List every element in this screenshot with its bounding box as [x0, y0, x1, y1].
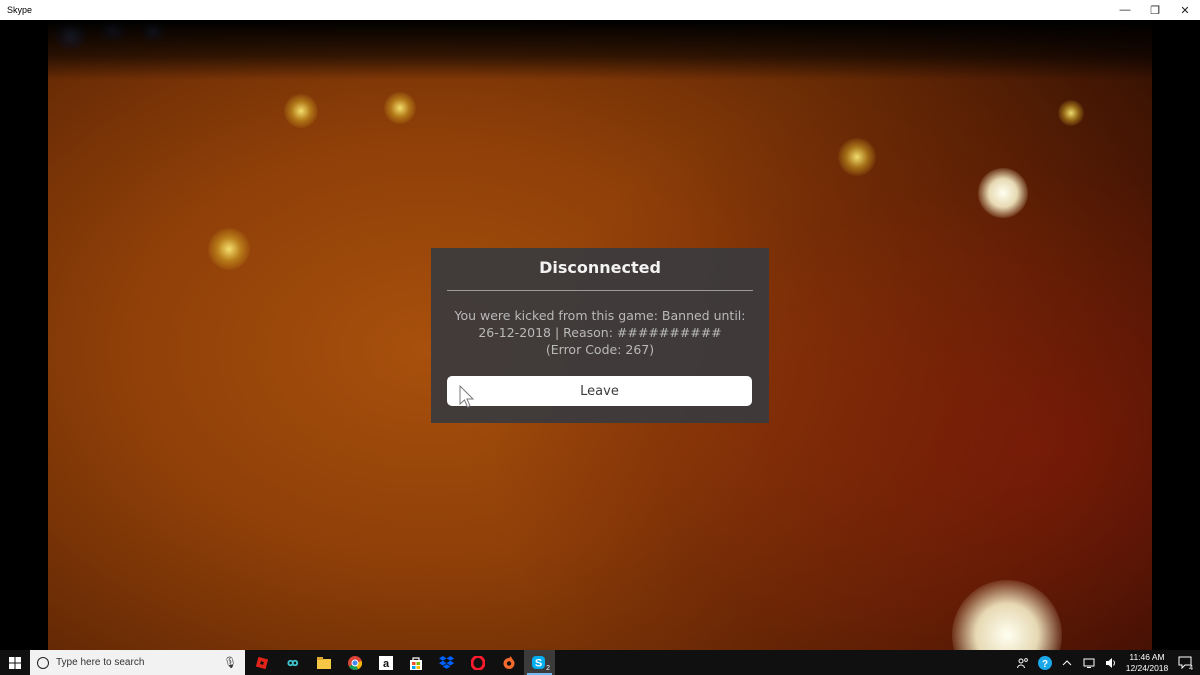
- close-button[interactable]: ✕: [1170, 0, 1200, 20]
- chrome-icon: [347, 655, 362, 670]
- infinity-icon: [287, 659, 299, 666]
- message-line: 26-12-2018 | Reason: ##########: [478, 325, 722, 340]
- taskbar-search-box[interactable]: Type here to search 🎙: [30, 650, 245, 675]
- windows-icon: [9, 656, 21, 669]
- dialog-divider: [447, 290, 753, 291]
- dropbox-icon: [439, 655, 455, 669]
- light-orb: [952, 580, 1062, 650]
- light-orb: [208, 228, 250, 270]
- store-icon: [410, 656, 423, 670]
- dialog-title: Disconnected: [539, 258, 661, 277]
- network-icon[interactable]: [1078, 657, 1100, 669]
- window-title: Skype: [7, 5, 33, 15]
- window-titlebar: Skype — ❐ ✕: [0, 0, 1200, 20]
- roblox-icon: [256, 656, 269, 669]
- light-orb: [838, 138, 876, 176]
- svg-text:a: a: [383, 658, 390, 670]
- taskbar: Type here to search 🎙 a S 2 ? 11:46 AM 1…: [0, 650, 1200, 675]
- taskbar-app-skype[interactable]: S 2: [524, 650, 555, 675]
- action-center-button[interactable]: 4: [1172, 656, 1200, 672]
- svg-text:?: ?: [1042, 659, 1048, 670]
- microphone-icon[interactable]: 🎙: [223, 656, 237, 669]
- restore-button[interactable]: ❐: [1140, 0, 1170, 20]
- svg-text:S: S: [534, 657, 541, 669]
- light-orb: [54, 20, 88, 50]
- light-orb: [284, 94, 318, 128]
- people-icon[interactable]: [1012, 657, 1034, 669]
- taskbar-app-amazon[interactable]: a: [370, 650, 401, 675]
- light-orb: [98, 20, 128, 42]
- skype-badge: 2: [546, 665, 550, 672]
- notification-count: 4: [1189, 665, 1193, 672]
- light-orb: [1058, 100, 1084, 126]
- game-viewport: Disconnected You were kicked from this g…: [0, 20, 1200, 650]
- show-hidden-icons-chevron-up-icon[interactable]: [1056, 659, 1078, 666]
- taskbar-app-origin[interactable]: [493, 650, 524, 675]
- error-code: (Error Code: 267): [545, 342, 655, 357]
- opera-icon: [470, 655, 485, 670]
- clock-time: 11:46 AM: [1129, 651, 1165, 662]
- minimize-button[interactable]: —: [1110, 0, 1140, 20]
- origin-icon: [503, 655, 515, 669]
- taskbar-app-opera[interactable]: [463, 650, 494, 675]
- taskbar-app-roblox[interactable]: [247, 650, 278, 675]
- taskbar-app-dropbox[interactable]: [432, 650, 463, 675]
- taskbar-app-store[interactable]: [401, 650, 432, 675]
- dialog-message: You were kicked from this game: Banned u…: [447, 307, 753, 358]
- search-placeholder: Type here to search: [56, 657, 145, 668]
- leave-button[interactable]: Leave: [447, 376, 752, 406]
- taskbar-clock[interactable]: 11:46 AM 12/24/2018: [1122, 652, 1172, 674]
- disconnected-dialog: Disconnected You were kicked from this g…: [431, 248, 769, 423]
- message-line: You were kicked from this game: Banned u…: [454, 308, 746, 323]
- clock-date: 12/24/2018: [1125, 662, 1169, 673]
- system-tray: ? 11:46 AM 12/24/2018 4: [1012, 650, 1200, 675]
- taskbar-app-file-explorer[interactable]: [309, 650, 340, 675]
- taskbar-app-infinity[interactable]: [278, 650, 309, 675]
- start-button[interactable]: [0, 650, 30, 675]
- amazon-icon: a: [378, 655, 393, 670]
- light-orb: [140, 20, 166, 42]
- volume-icon[interactable]: [1100, 657, 1122, 669]
- taskbar-apps: a S 2: [247, 650, 555, 675]
- file-explorer-icon: [316, 656, 331, 669]
- window-controls: — ❐ ✕: [1110, 0, 1200, 20]
- cortana-icon: [37, 656, 49, 669]
- taskbar-app-chrome[interactable]: [339, 650, 370, 675]
- mouse-cursor-icon: [459, 385, 475, 408]
- light-orb: [384, 92, 416, 124]
- light-orb: [978, 168, 1028, 218]
- help-icon[interactable]: ?: [1034, 655, 1056, 671]
